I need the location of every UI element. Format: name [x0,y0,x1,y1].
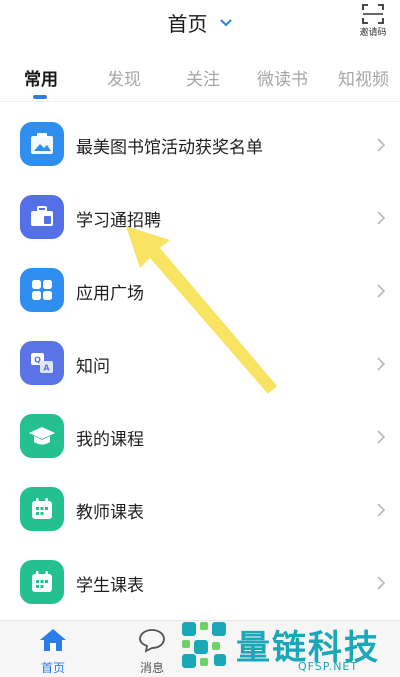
chevron-right-icon [377,576,386,590]
nav-home-label: 首页 [40,661,65,675]
list-item-teacher-schedule[interactable]: 教师课表 [0,473,400,546]
briefcase-icon [20,195,64,239]
list-item-label: 我的课程 [76,430,144,450]
list-item-app-square[interactable]: 应用广场 [0,254,400,327]
list-item-my-courses[interactable]: 我的课程 [0,400,400,473]
nav-messages[interactable]: 消息 [122,627,182,676]
graduation-cap-icon [20,414,64,458]
title-dropdown[interactable]: 首页 [0,8,400,37]
nav-messages-label: 消息 [139,661,164,675]
tab-guanzhu[interactable]: 关注 [186,65,220,90]
chevron-right-icon [377,138,386,152]
page-title: 首页 [167,12,208,36]
calendar-icon [20,487,64,531]
tab-faxian[interactable]: 发现 [107,65,141,90]
qa-icon: Q A [20,341,64,385]
watermark-logo-icon [182,622,226,668]
chevron-right-icon [377,211,386,225]
list-item-recruitment[interactable]: 学习通招聘 [0,181,400,254]
list-item-label: 知问 [76,357,110,377]
calendar-icon [20,560,64,604]
list-item-label: 学生课表 [76,576,144,596]
watermark-subtext: QFSP.NET [298,660,359,673]
tab-changyong[interactable]: 常用 [24,65,58,90]
chevron-right-icon [377,503,386,517]
list-item-label: 最美图书馆活动获奖名单 [76,138,263,158]
top-header: 首页 邀请码 [0,0,400,48]
nav-home[interactable]: 首页 [23,627,83,676]
chevron-down-icon [219,18,232,26]
list-item-label: 应用广场 [76,284,144,304]
list-item-library-awards[interactable]: 最美图书馆活动获奖名单 [0,108,400,181]
tab-bar: 常用 发现 关注 微读书 知视频 [0,48,400,102]
chevron-right-icon [377,357,386,371]
watermark: 量链科技 QFSP.NET [178,614,400,677]
list-item-label: 教师课表 [76,503,144,523]
list-item-label: 学习通招聘 [76,211,161,231]
apps-grid-icon [20,268,64,312]
chevron-right-icon [377,284,386,298]
scan-icon [362,4,384,24]
invite-code-button[interactable]: 邀请码 [356,4,390,38]
list-item-student-schedule[interactable]: 学生课表 [0,546,400,619]
svg-text:A: A [43,364,50,373]
active-tab-indicator [33,95,47,99]
tab-zhishipin[interactable]: 知视频 [338,65,389,90]
list-item-zhiwen[interactable]: Q A 知问 [0,327,400,400]
invite-code-label: 邀请码 [359,28,387,38]
chevron-right-icon [377,430,386,444]
home-icon [40,629,66,651]
tab-weidushu[interactable]: 微读书 [257,65,308,90]
chat-bubble-icon [139,629,165,653]
image-icon [20,122,64,166]
